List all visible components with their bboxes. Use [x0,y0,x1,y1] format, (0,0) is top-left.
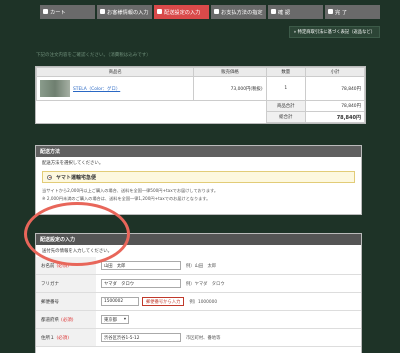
step-icon [214,9,219,14]
delivery-address-desc: 送付先の情報を入力してください。 [42,249,112,254]
shipping-method-desc: 配送方法を選択してください。 [42,161,104,166]
shipping-note: 当サイトから2,000円以上ご購入の場合、送料を全国一律500円+taxでお届け… [42,188,219,193]
item-price: 73,000円(税抜) [193,76,267,101]
item-qty: 1 [265,76,306,101]
delivery-address-title: 配送設定の入力 [36,234,361,245]
total-value: 78,840円 [304,111,366,123]
step-complete[interactable]: 完 了 [325,5,380,19]
step-shipping-settings[interactable]: 配送設定の入力 [154,5,209,19]
shipping-method-section: 配送方法 配送方法を選択してください。 ヤマト運輸宅急便 当サイトから2,000… [35,145,362,215]
col-subtotal: 小計 [304,67,366,77]
form-row-zip: 郵便番号 1500002 郵便番号から入力 例）1000000 [36,293,361,311]
shipping-note: ※ 2,000円未満のご購入の場合は、送料を全国一律1,200円+taxでのお届… [42,196,211,201]
step-cart[interactable]: カート [40,5,95,19]
chevron-down-icon: ▾ [123,317,126,322]
radio-selected-icon[interactable] [47,174,52,180]
cart-summary: 商品名 販売価格 数量 小計 STELA（Color：グロ） 73,000円(税… [35,66,366,124]
address1-field[interactable]: 渋谷区渋谷1-5-12 [101,333,181,342]
step-icon [100,9,105,14]
address1-example: 市区町村、番地等 [186,335,221,341]
step-customer-info[interactable]: お客様情報の入力 [97,5,152,19]
order-intro-text: 下記の注文内容をご確認ください。（消費税は込みです） [36,53,151,58]
checkout-steps: カート お客様情報の入力 配送設定の入力 お支払方法の指定 確 認 完 了 [40,5,380,19]
col-product: 商品名 [35,67,195,77]
cart-icon [43,9,48,14]
zip-lookup-button[interactable]: 郵便番号から入力 [142,297,185,306]
form-row-prefecture: 都道府県 (必須) 東京都 ▾ [36,311,361,329]
shipping-option-yamato[interactable]: ヤマト運輸宅急便 [42,171,355,183]
subtotal-value: 78,840円 [304,100,366,112]
form-row-name: お名前 (必須) 山田 太郎 例）山田 太郎 [36,257,361,275]
name-example: 例）山田 太郎 [186,263,217,269]
kana-field[interactable]: ヤマダ タロウ [101,279,181,288]
form-row-kana: フリガナ ヤマダ タロウ 例）ヤマダ タロウ [36,275,361,293]
item-subtotal: 78,840円 [304,76,366,101]
zip-field[interactable]: 1500002 [101,297,139,306]
form-row-address1: 住所１ (必須) 渋谷区渋谷1-5-12 市区町村、番地等 [36,329,361,347]
prefecture-select[interactable]: 東京都 ▾ [101,315,129,324]
kana-example: 例）ヤマダ タロウ [186,281,225,287]
step-icon [271,9,276,14]
step-icon [328,9,333,14]
table-row: STELA（Color：グロ） 73,000円(税抜) 1 78,840円 [35,76,366,101]
product-thumbnail[interactable] [40,80,70,97]
subtotal-label: 商品合計 [265,100,306,112]
product-link[interactable]: STELA（Color：グロ） [73,87,120,92]
col-price: 販売価格 [193,67,267,77]
step-icon [157,9,162,14]
commerce-law-link[interactable]: » 特定商取引法に基づく表記（返品など） [288,26,380,38]
col-qty: 数量 [265,67,306,77]
shipping-method-title: 配送方法 [36,146,361,157]
step-confirm[interactable]: 確 認 [268,5,323,19]
total-label: 総合計 [265,111,306,123]
delivery-address-section: 配送設定の入力 送付先の情報を入力してください。 お名前 (必須) 山田 太郎 例… [35,233,362,353]
zip-example: 例）1000000 [189,299,218,305]
step-payment[interactable]: お支払方法の指定 [211,5,266,19]
name-field[interactable]: 山田 太郎 [101,261,181,270]
